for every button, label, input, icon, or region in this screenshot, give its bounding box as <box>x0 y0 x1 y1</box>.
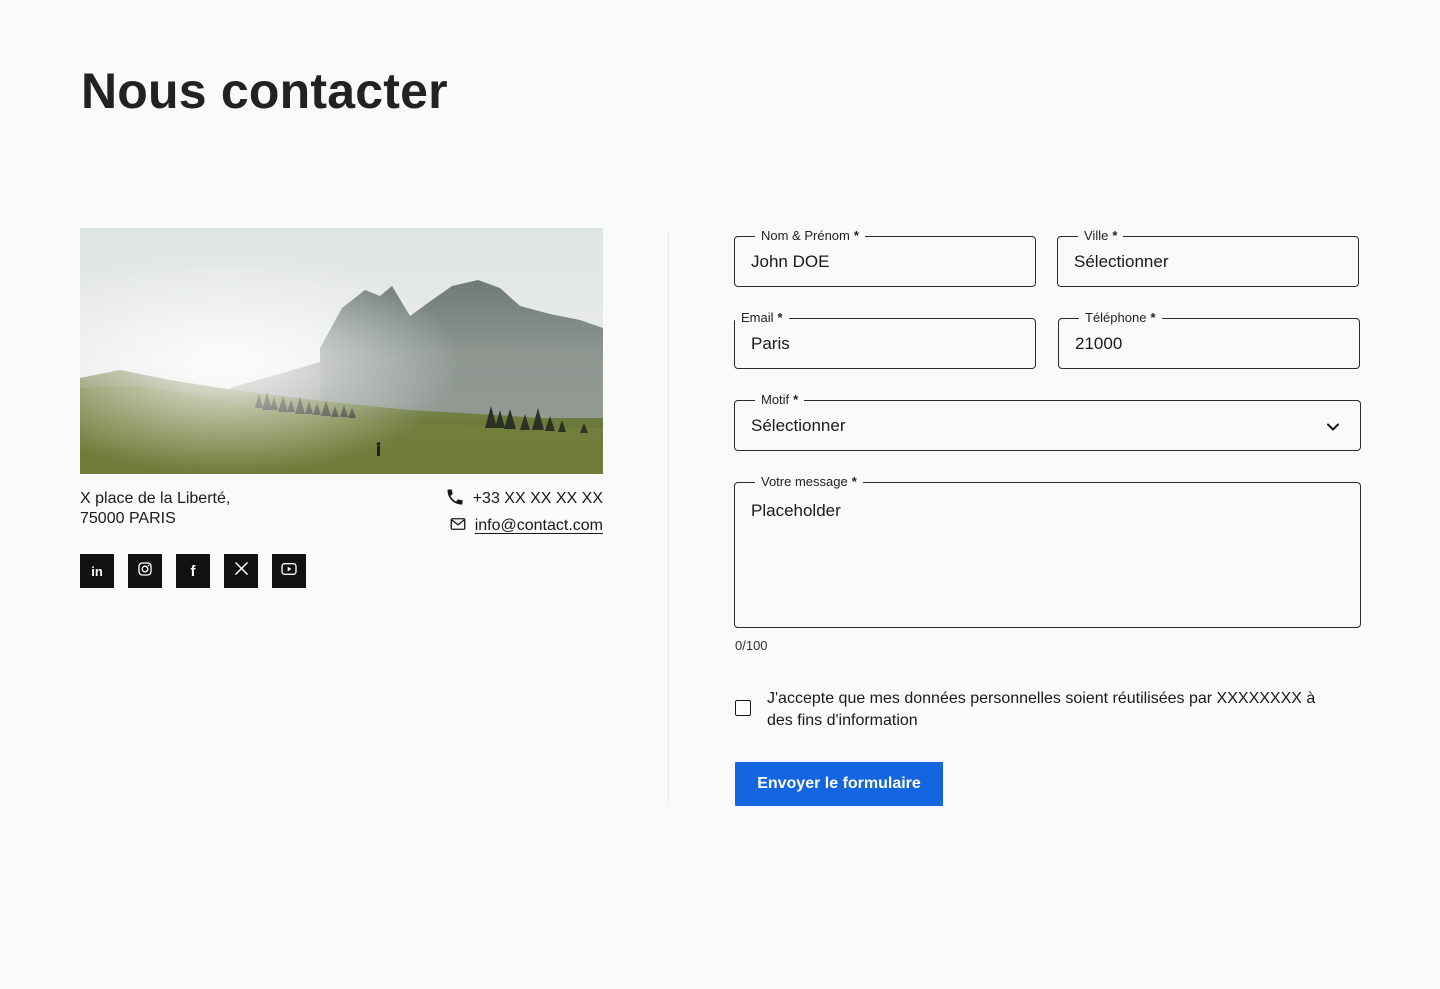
address: X place de la Liberté, 75000 PARIS <box>80 489 230 529</box>
x-link[interactable] <box>224 554 258 588</box>
name-label: Nom & Prénom * <box>755 228 865 244</box>
landscape-photo <box>80 228 603 474</box>
phone-number: +33 XX XX XX XX <box>472 490 603 507</box>
facebook-link[interactable]: f <box>176 554 210 588</box>
name-field[interactable]: Nom & Prénom * John DOE <box>734 228 1036 287</box>
city-label: Ville * <box>1078 228 1124 244</box>
name-value: John DOE <box>751 252 830 271</box>
phone-icon <box>445 487 465 512</box>
address-line-2: 75000 PARIS <box>80 510 176 527</box>
consent-checkbox[interactable] <box>735 700 751 716</box>
city-value: Sélectionner <box>1074 252 1169 271</box>
reason-select[interactable]: Motif * Sélectionner <box>734 392 1361 451</box>
linkedin-link[interactable]: in <box>80 554 114 588</box>
message-textarea[interactable]: Votre message * Placeholder <box>734 474 1361 628</box>
instagram-icon <box>137 561 153 582</box>
email-value: Paris <box>751 334 790 353</box>
location-card: X place de la Liberté, 75000 PARIS +33 X… <box>80 228 603 588</box>
message-label: Votre message * <box>755 474 863 490</box>
character-counter: 0/100 <box>735 638 768 653</box>
facebook-icon: f <box>190 562 196 580</box>
social-links: in f <box>80 554 603 588</box>
phone-label: Téléphone * <box>1079 310 1162 326</box>
message-placeholder: Placeholder <box>751 501 841 520</box>
email-field[interactable]: Email * Paris <box>734 310 1036 369</box>
chevron-down-icon <box>1326 419 1340 437</box>
address-line-1: X place de la Liberté, <box>80 490 231 507</box>
email-label: Email * <box>735 310 789 326</box>
email-line[interactable]: info@contact.com <box>449 516 603 536</box>
consent-text: J'accepte que mes données personnelles s… <box>767 690 1316 729</box>
reason-label: Motif * <box>755 392 805 408</box>
phone-field[interactable]: Téléphone * 21000 <box>1058 310 1360 369</box>
reason-value: Sélectionner <box>751 416 846 435</box>
consent-row: J'accepte que mes données personnelles s… <box>735 688 1335 732</box>
instagram-link[interactable] <box>128 554 162 588</box>
phone-value: 21000 <box>1075 334 1123 353</box>
submit-button[interactable]: Envoyer le formulaire <box>735 762 943 806</box>
youtube-link[interactable] <box>272 554 306 588</box>
phone-line[interactable]: +33 XX XX XX XX <box>445 489 603 509</box>
city-field[interactable]: Ville * Sélectionner <box>1057 228 1359 287</box>
x-icon <box>234 561 249 581</box>
mail-icon <box>449 515 467 538</box>
youtube-icon <box>281 562 297 581</box>
linkedin-icon: in <box>91 563 103 579</box>
page-title: Nous contacter <box>81 63 448 119</box>
email-link[interactable]: info@contact.com <box>475 517 603 535</box>
column-divider <box>668 232 669 806</box>
